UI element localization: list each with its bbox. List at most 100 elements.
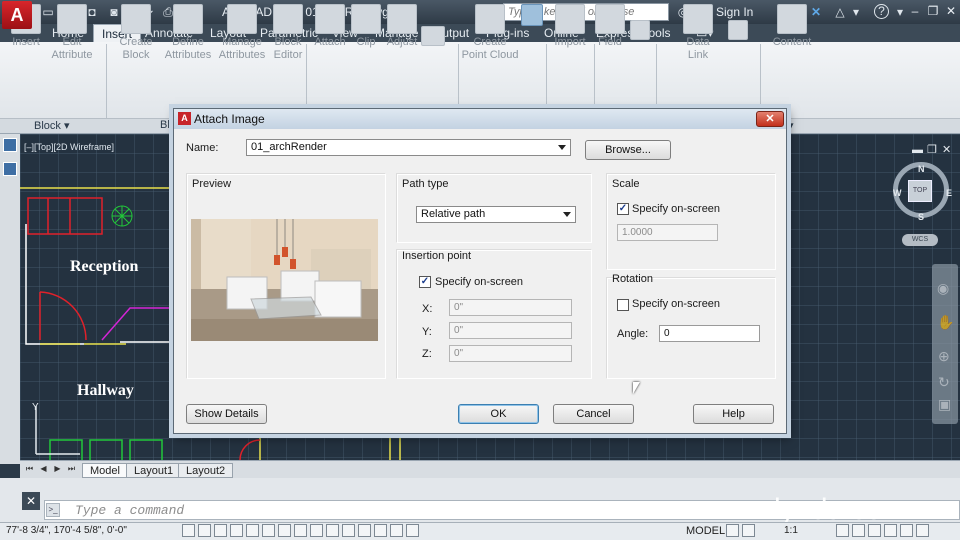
quick-view-drawings-icon[interactable] [742, 524, 755, 537]
compass-east[interactable]: E [946, 188, 952, 198]
wcs-menu[interactable]: WCS [902, 234, 938, 246]
layout-tab-bar: ⏮ ◀ ▶ ⏭ Model Layout1 Layout2 [20, 460, 960, 478]
a360-dropdown-icon[interactable]: ▾ [848, 4, 864, 20]
orbit-icon[interactable]: ↻ [938, 374, 950, 391]
scale-specify-checkbox[interactable]: ✓ [617, 203, 629, 215]
underlay-tools-button[interactable] [412, 26, 454, 48]
coordinate-readout[interactable]: 77'-8 3/4", 170'-4 5/8", 0'-0" [6, 525, 127, 536]
autocad-logo-icon: A [10, 5, 24, 25]
lineweight-icon[interactable] [342, 524, 355, 537]
angle-input[interactable]: 0 [659, 325, 760, 342]
dynamic-input-icon[interactable] [326, 524, 339, 537]
x-input[interactable]: 0" [449, 299, 572, 316]
compass-west[interactable]: W [893, 188, 902, 198]
insertion-specify-checkbox[interactable]: ✓ [419, 276, 431, 288]
layout-tab-model[interactable]: Model [82, 463, 128, 478]
y-label: Y: [422, 326, 432, 338]
panel-title-block[interactable]: Block ▾ [34, 119, 69, 132]
zoom-extents-icon[interactable]: ⊕ [938, 348, 950, 365]
prev-layout-icon[interactable]: ◀ [38, 464, 49, 476]
name-dropdown[interactable]: 01_archRender [246, 139, 571, 156]
create-point-cloud-button[interactable]: Create Point Cloud [460, 4, 520, 62]
navigation-bar[interactable]: ◉ ✋ ⊕ ↻ ▣ [932, 264, 958, 424]
compass-south[interactable]: S [918, 212, 924, 222]
data-link-button[interactable]: Data Link [672, 4, 724, 62]
help-button[interactable]: Help [693, 404, 774, 424]
viewport-close-icon[interactable]: ✕ [942, 143, 951, 156]
pan-hand-icon[interactable]: ✋ [937, 314, 954, 331]
osnap-icon[interactable] [262, 524, 275, 537]
dialog-title-bar[interactable] [174, 109, 786, 129]
path-type-dropdown[interactable]: Relative path [416, 206, 576, 223]
command-close-button[interactable]: ✕ [22, 492, 40, 510]
ok-button[interactable]: OK [458, 404, 539, 424]
help-icon[interactable]: ? [874, 4, 889, 19]
z-input[interactable]: 0" [449, 345, 572, 362]
quick-properties-icon[interactable] [374, 524, 387, 537]
3d-osnap-icon[interactable] [278, 524, 291, 537]
autodesk-a360-icon[interactable]: △ [832, 4, 848, 20]
compass-north[interactable]: N [918, 164, 925, 174]
panel-expand-icon[interactable]: ▾ [788, 119, 794, 132]
viewport-minimize-icon[interactable]: ▬ [912, 144, 923, 156]
block-editor-icon [273, 4, 303, 34]
point-cloud-attach-button[interactable] [518, 4, 546, 28]
close-window-button[interactable]: ✕ [942, 3, 960, 19]
infer-constraints-icon[interactable] [182, 524, 195, 537]
quick-view-layouts-icon[interactable] [726, 524, 739, 537]
define-attributes-button[interactable]: Define Attributes [162, 4, 214, 62]
update-fields-button[interactable] [626, 20, 654, 42]
grid-icon[interactable] [198, 524, 211, 537]
create-block-button[interactable]: Create Block [110, 4, 162, 62]
rotation-specify-checkbox[interactable] [617, 299, 629, 311]
command-prompt-icon[interactable]: >_ [46, 503, 60, 517]
viewport-controls[interactable]: [–][Top][2D Wireframe] [24, 142, 114, 152]
lock-icon[interactable] [852, 524, 865, 537]
otrack-icon[interactable] [294, 524, 307, 537]
cancel-button[interactable]: Cancel [553, 404, 634, 424]
scale-input[interactable]: 1.0000 [617, 224, 718, 241]
viewcube-top-face[interactable]: TOP [908, 180, 932, 202]
next-layout-icon[interactable]: ▶ [52, 464, 63, 476]
viewport-restore-icon[interactable]: ❐ [927, 143, 937, 156]
selection-cycling-icon[interactable] [390, 524, 403, 537]
content-button[interactable]: Content [766, 4, 818, 49]
annotation-scale[interactable]: 1:1 [784, 525, 798, 536]
layout-tab-layout2[interactable]: Layout2 [178, 463, 234, 478]
manage-attributes-button[interactable]: Manage Attributes [216, 4, 268, 62]
browse-button[interactable]: Browse... [585, 140, 671, 160]
image-preview [191, 219, 378, 341]
transparency-icon[interactable] [358, 524, 371, 537]
name-label: Name: [186, 142, 219, 154]
ortho-icon[interactable] [230, 524, 243, 537]
workspace-switching-icon[interactable] [836, 524, 849, 537]
ducs-icon[interactable] [310, 524, 323, 537]
palette-icon[interactable] [3, 138, 17, 152]
first-layout-icon[interactable]: ⏮ [24, 464, 35, 476]
show-details-button[interactable]: Show Details [186, 404, 267, 424]
showmotion-icon[interactable]: ▣ [938, 396, 951, 413]
dialog-close-button[interactable]: ✕ [756, 111, 784, 127]
isolate-objects-icon[interactable] [884, 524, 897, 537]
download-link-button[interactable] [724, 20, 752, 42]
minimize-button[interactable]: – [906, 3, 924, 19]
clean-screen-icon[interactable] [900, 524, 913, 537]
snap-icon[interactable] [214, 524, 227, 537]
insertion-specify-label: Specify on-screen [435, 276, 524, 288]
restore-button[interactable]: ❐ [924, 3, 942, 19]
application-menu-button[interactable]: A [2, 1, 32, 29]
steering-wheel-icon[interactable]: ◉ [937, 280, 949, 297]
name-value: 01_archRender [251, 141, 327, 153]
polar-icon[interactable] [246, 524, 259, 537]
hardware-acceleration-icon[interactable] [868, 524, 881, 537]
interior-render-preview [191, 219, 378, 341]
model-space-toggle[interactable]: MODEL [686, 525, 725, 537]
annotation-monitor-icon[interactable] [406, 524, 419, 537]
rotation-specify-label: Specify on-screen [632, 298, 721, 310]
y-input[interactable]: 0" [449, 322, 572, 339]
status-menu-icon[interactable] [916, 524, 929, 537]
palette-icon[interactable] [3, 162, 17, 176]
edit-attribute-button[interactable]: Edit Attribute [46, 4, 98, 62]
layout-tab-layout1[interactable]: Layout1 [126, 463, 182, 478]
last-layout-icon[interactable]: ⏭ [66, 464, 77, 476]
